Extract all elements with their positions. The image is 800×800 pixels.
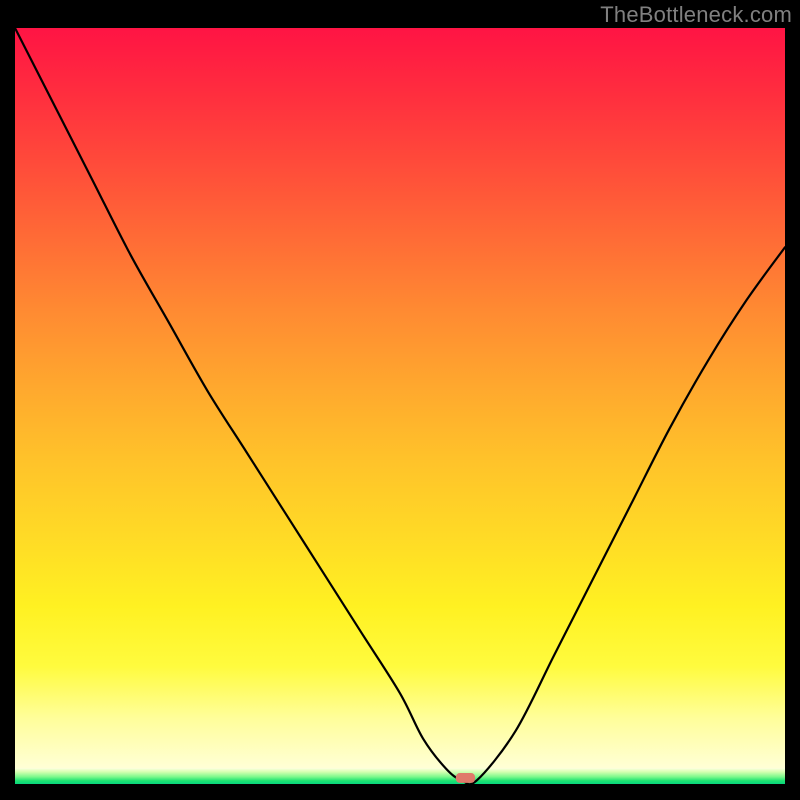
curve-minimum-marker xyxy=(456,773,475,783)
bottleneck-curve-svg xyxy=(15,28,785,784)
bottleneck-curve-path xyxy=(15,28,785,784)
plot-area xyxy=(15,28,785,784)
chart-frame: TheBottleneck.com xyxy=(0,0,800,800)
watermark-text: TheBottleneck.com xyxy=(600,2,792,28)
